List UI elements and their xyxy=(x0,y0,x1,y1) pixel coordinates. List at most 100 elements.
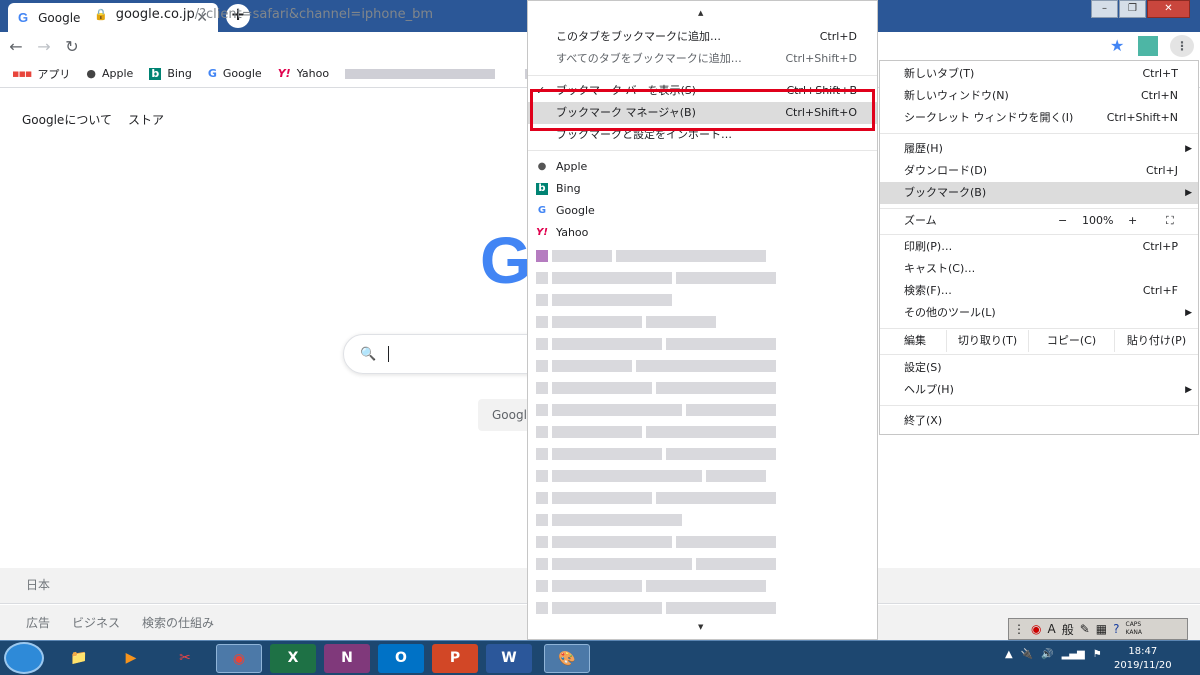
new-window-item[interactable]: 新しいウィンドウ(N) Ctrl+N xyxy=(880,85,1198,107)
blurred-bookmark[interactable] xyxy=(536,382,780,394)
blurred-bookmark[interactable] xyxy=(536,536,780,548)
taskbar-paint-tool[interactable]: ✂ xyxy=(162,644,208,673)
apps-grid-icon: ▪▪▪ xyxy=(12,67,32,80)
chrome-menu-button[interactable]: ⋮ xyxy=(1170,35,1194,57)
ime-input-mode[interactable]: A xyxy=(1047,622,1055,636)
bookmark-apps[interactable]: ▪▪▪ アプリ xyxy=(12,66,70,82)
zoom-out-button[interactable]: − xyxy=(1058,210,1067,232)
taskbar-media-player[interactable]: ▶ xyxy=(108,644,154,673)
history-item[interactable]: 履歴(H) ▶ xyxy=(880,138,1198,160)
bookmark-label: Bing xyxy=(556,182,581,195)
store-link[interactable]: ストア xyxy=(128,111,164,128)
bookmark-apple[interactable]: ● Apple xyxy=(86,67,133,80)
taskbar-paint[interactable]: 🎨 xyxy=(544,644,590,673)
taskbar-excel[interactable]: X xyxy=(270,644,316,673)
forward-icon[interactable]: → xyxy=(32,37,56,56)
bookmark-bing[interactable]: b Bing xyxy=(149,67,192,80)
close-window-button[interactable]: ✕ xyxy=(1147,0,1190,18)
cast-item[interactable]: キャスト(C)… xyxy=(880,258,1198,280)
downloads-item[interactable]: ダウンロード(D) Ctrl+J xyxy=(880,160,1198,182)
taskbar-outlook[interactable]: O xyxy=(378,644,424,673)
find-item[interactable]: 検索(F)… Ctrl+F xyxy=(880,280,1198,302)
ads-link[interactable]: 広告 xyxy=(26,614,50,631)
more-tools-item[interactable]: その他のツール(L) ▶ xyxy=(880,302,1198,324)
bookmark-item-apple[interactable]: ● Apple xyxy=(528,156,877,178)
bookmark-all-tabs-item[interactable]: すべてのタブをブックマークに追加… Ctrl+Shift+D xyxy=(528,48,877,70)
show-bookmarks-bar-item[interactable]: ✓ ブックマーク バーを表示(S) Ctrl+Shift+B xyxy=(528,80,877,102)
bookmarks-item[interactable]: ブックマーク(B) ▶ xyxy=(880,182,1198,204)
page-top-links: Googleについて ストア xyxy=(22,111,180,128)
how-search-works-link[interactable]: 検索の仕組み xyxy=(142,614,214,631)
bookmark-manager-item[interactable]: ブックマーク マネージャ(B) Ctrl+Shift+O xyxy=(528,102,877,124)
taskbar-powerpoint[interactable]: P xyxy=(432,644,478,673)
new-tab-item[interactable]: 新しいタブ(T) Ctrl+T xyxy=(880,63,1198,85)
ime-tools-icon[interactable]: ✎ xyxy=(1080,622,1090,636)
blurred-bookmark[interactable] xyxy=(536,492,780,504)
submenu-arrow-icon: ▶ xyxy=(1185,308,1192,318)
ime-help-icon[interactable]: ? xyxy=(1113,622,1119,636)
blurred-bookmark[interactable] xyxy=(536,338,780,350)
print-item[interactable]: 印刷(P)… Ctrl+P xyxy=(880,236,1198,258)
scroll-up-arrow-icon[interactable]: ▲ xyxy=(698,9,703,17)
ime-language-bar[interactable]: ⋮ ◉ A 般 ✎ ▦ ? CAPS KANA xyxy=(1008,618,1188,640)
flag-icon[interactable]: ⚑ xyxy=(1093,649,1102,660)
ime-conversion-mode[interactable]: 般 xyxy=(1062,621,1074,638)
blurred-bookmark[interactable] xyxy=(536,514,686,526)
help-item[interactable]: ヘルプ(H) ▶ xyxy=(880,379,1198,401)
taskbar-onenote[interactable]: N xyxy=(324,644,370,673)
blurred-bookmark[interactable] xyxy=(536,558,780,570)
bookmark-this-tab-item[interactable]: このタブをブックマークに追加… Ctrl+D xyxy=(528,26,877,48)
bookmark-star-icon[interactable]: ★ xyxy=(1110,36,1124,55)
tray-expand-icon[interactable]: ▲ xyxy=(1005,649,1013,660)
ime-pad-icon[interactable]: ▦ xyxy=(1096,622,1107,636)
network-icon[interactable]: ▂▄▆ xyxy=(1062,649,1085,660)
menu-divider xyxy=(880,133,1198,134)
bookmark-google[interactable]: G Google xyxy=(208,67,262,80)
copy-button[interactable]: コピー(C) xyxy=(1028,330,1114,352)
zoom-in-button[interactable]: + xyxy=(1128,210,1137,232)
settings-item[interactable]: 設定(S) xyxy=(880,357,1198,379)
bookmark-label: Apple xyxy=(556,160,588,173)
blurred-bookmark[interactable] xyxy=(536,250,770,262)
blurred-bookmark[interactable] xyxy=(536,448,780,460)
business-link[interactable]: ビジネス xyxy=(72,614,120,631)
system-clock[interactable]: 18:47 2019/11/20 xyxy=(1114,645,1172,673)
minimize-button[interactable]: – xyxy=(1091,0,1118,18)
extension-icon[interactable] xyxy=(1138,36,1158,56)
blurred-bookmark[interactable] xyxy=(536,294,676,306)
bookmark-item-yahoo[interactable]: Y! Yahoo xyxy=(528,222,877,244)
clock-time: 18:47 xyxy=(1128,646,1158,657)
blurred-bookmark[interactable] xyxy=(536,602,780,614)
blurred-bookmark[interactable] xyxy=(536,316,720,328)
about-link[interactable]: Googleについて xyxy=(22,111,112,128)
taskbar-explorer[interactable]: 📁 xyxy=(56,644,102,673)
incognito-window-item[interactable]: シークレット ウィンドウを開く(I) Ctrl+Shift+N xyxy=(880,107,1198,129)
back-icon[interactable]: ← xyxy=(4,37,28,56)
bookmark-item-google[interactable]: G Google xyxy=(528,200,877,222)
blurred-bookmark[interactable] xyxy=(536,580,770,592)
exit-item[interactable]: 終了(X) xyxy=(880,410,1198,432)
lock-icon[interactable]: 🔒 xyxy=(94,8,108,21)
cut-button[interactable]: 切り取り(T) xyxy=(946,330,1028,352)
scroll-down-arrow-icon[interactable]: ▼ xyxy=(698,623,703,631)
taskbar-chrome[interactable]: ◉ xyxy=(216,644,262,673)
taskbar-word[interactable]: W xyxy=(486,644,532,673)
blurred-bookmark[interactable] xyxy=(536,470,770,482)
blurred-bookmark[interactable] xyxy=(345,68,496,79)
blurred-bookmark[interactable] xyxy=(536,404,780,416)
bookmark-yahoo[interactable]: Y! Yahoo xyxy=(278,67,329,80)
blurred-bookmark[interactable] xyxy=(536,272,780,284)
volume-icon[interactable]: 🔊 xyxy=(1041,649,1053,660)
fullscreen-icon[interactable]: ⛶ xyxy=(1166,210,1174,232)
paste-button[interactable]: 貼り付け(P) xyxy=(1114,330,1198,352)
bing-icon: b xyxy=(536,183,548,195)
power-icon[interactable]: 🔌 xyxy=(1021,649,1033,660)
reload-icon[interactable]: ↻ xyxy=(60,37,84,56)
menu-divider xyxy=(880,354,1198,355)
import-bookmarks-item[interactable]: ブックマークと設定をインポート… xyxy=(528,124,877,146)
restore-button[interactable]: ❐ xyxy=(1119,0,1146,18)
blurred-bookmark[interactable] xyxy=(536,360,780,372)
blurred-bookmark[interactable] xyxy=(536,426,780,438)
bookmark-item-bing[interactable]: b Bing xyxy=(528,178,877,200)
start-button[interactable] xyxy=(4,642,44,674)
